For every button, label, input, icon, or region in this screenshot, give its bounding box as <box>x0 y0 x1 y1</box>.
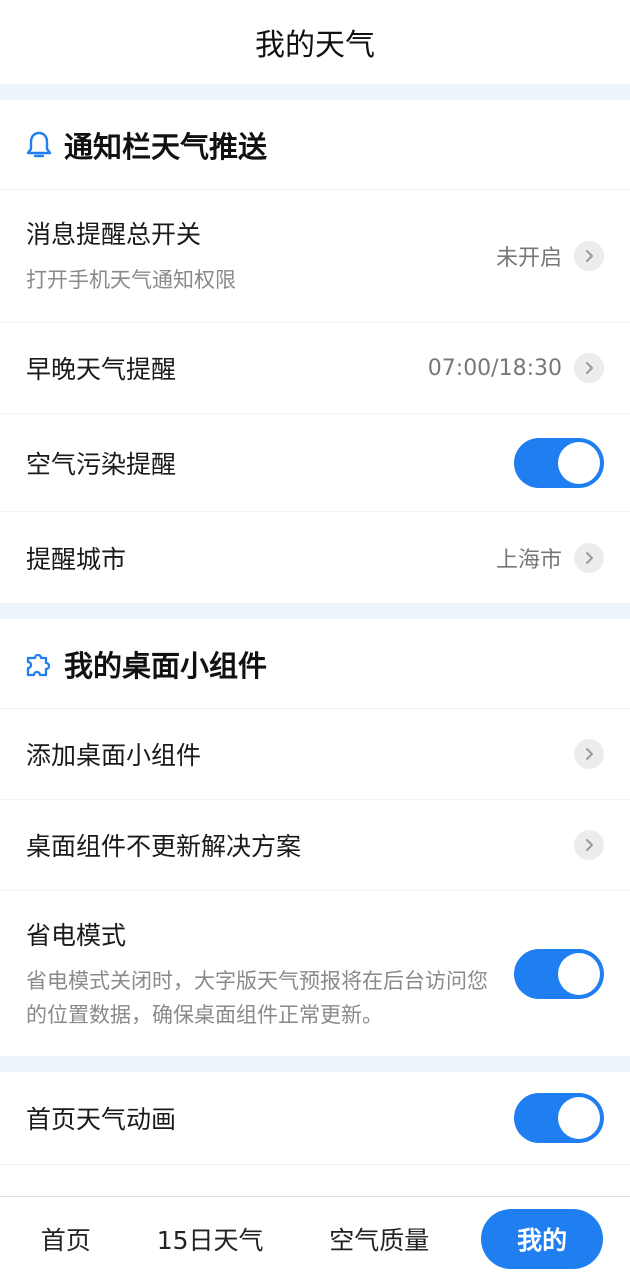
air-pollution-reminder-title: 空气污染提醒 <box>26 449 177 479</box>
reminder-city-row[interactable]: 提醒城市 上海市 <box>0 512 630 603</box>
home-animation-title: 首页天气动画 <box>26 1105 177 1134</box>
top-bar: 我的天气 <box>0 0 630 84</box>
power-saving-row: 省电模式 省电模式关闭时，大字版天气预报将在后台访问您的位置数据，确保桌面组件正… <box>0 891 630 1056</box>
air-pollution-reminder-row: 空气污染提醒 <box>0 414 630 512</box>
master-switch-title: 消息提醒总开关 <box>26 220 202 249</box>
home-animation-toggle[interactable] <box>514 1093 604 1143</box>
chevron-right-icon[interactable] <box>574 241 604 271</box>
chevron-right-icon[interactable] <box>574 542 604 573</box>
widget-section-title: 我的桌面小组件 <box>64 648 268 683</box>
tab-air-quality[interactable]: 空气质量 <box>315 1211 443 1267</box>
section-divider <box>0 1056 630 1072</box>
reminder-city-title: 提醒城市 <box>26 544 127 574</box>
morning-evening-reminder-row[interactable]: 早晚天气提醒 07:00/18:30 <box>0 323 630 414</box>
home-animation-row: 首页天气动画 <box>0 1072 630 1165</box>
chevron-right-icon[interactable] <box>574 830 604 860</box>
tab-home[interactable]: 首页 <box>27 1211 105 1267</box>
add-widget-row[interactable]: 添加桌面小组件 <box>0 709 630 800</box>
master-switch-status: 未开启 <box>495 246 562 271</box>
chevron-right-icon[interactable] <box>574 739 604 769</box>
master-switch-row[interactable]: 消息提醒总开关 打开手机天气通知权限 未开启 <box>0 190 630 323</box>
morning-evening-reminder-title: 早晚天气提醒 <box>26 355 177 384</box>
air-pollution-toggle[interactable] <box>514 437 604 488</box>
bottom-tab-bar: 首页 15日天气 空气质量 我的 <box>0 1196 630 1280</box>
power-saving-desc: 省电模式关闭时，大字版天气预报将在后台访问您的位置数据，确保桌面组件正常更新。 <box>26 968 488 1027</box>
chevron-right-icon[interactable] <box>574 353 604 383</box>
tab-mine[interactable]: 我的 <box>481 1208 604 1269</box>
widget-not-updating-title: 桌面组件不更新解决方案 <box>26 832 302 861</box>
add-widget-title: 添加桌面小组件 <box>26 741 202 770</box>
section-divider <box>0 603 630 619</box>
puzzle-icon <box>24 649 54 679</box>
widget-section-header: 我的桌面小组件 <box>0 619 630 709</box>
power-saving-toggle[interactable] <box>514 948 604 999</box>
widget-not-updating-row[interactable]: 桌面组件不更新解决方案 <box>0 800 630 891</box>
notify-section-title: 通知栏天气推送 <box>64 129 268 164</box>
master-switch-sub: 打开手机天气通知权限 <box>26 268 236 292</box>
page-title: 我的天气 <box>255 28 375 63</box>
power-saving-title: 省电模式 <box>26 920 127 950</box>
reminder-city-value: 上海市 <box>495 547 562 573</box>
section-divider <box>0 84 630 100</box>
notify-section-header: 通知栏天气推送 <box>0 100 630 190</box>
bell-icon <box>24 130 54 160</box>
reminder-time: 07:00/18:30 <box>427 355 562 381</box>
tab-15-day[interactable]: 15日天气 <box>143 1211 278 1267</box>
